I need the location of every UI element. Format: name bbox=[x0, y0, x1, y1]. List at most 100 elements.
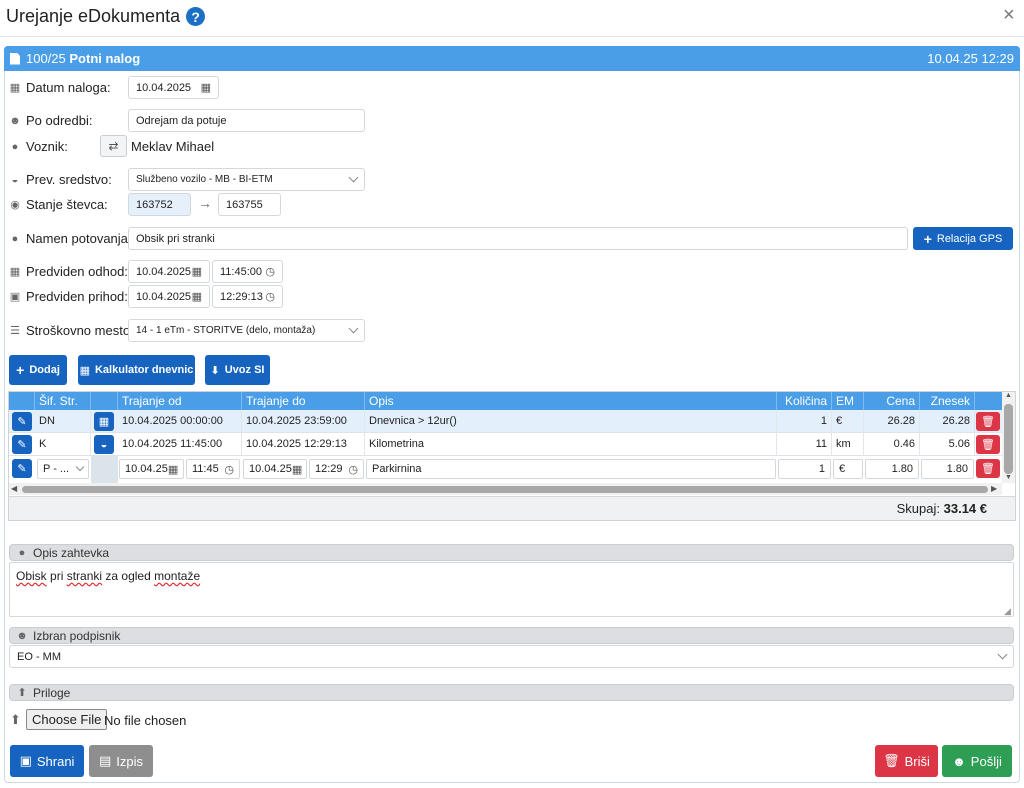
podpisnik-section-header[interactable]: ☻ Izbran podpisnik bbox=[9, 627, 1014, 644]
car-icon[interactable]: ◒ bbox=[94, 435, 114, 454]
voznik-value: Meklav Mihael bbox=[131, 139, 215, 154]
od-date-input[interactable]: 10.04.25 ▦ bbox=[119, 459, 184, 479]
edit-icon[interactable]: ✎ bbox=[12, 412, 32, 431]
th-type bbox=[91, 392, 118, 410]
th-do[interactable]: Trajanje do bbox=[242, 392, 365, 410]
total-label: Skupaj: bbox=[896, 501, 940, 516]
vertical-scroll-thumb[interactable] bbox=[1004, 404, 1013, 474]
swap-driver-button[interactable]: ⇄ bbox=[100, 135, 127, 157]
do-time-input[interactable]: 12:29 ◷ bbox=[309, 459, 364, 479]
edit-icon[interactable]: ✎ bbox=[12, 459, 32, 478]
th-kolicina[interactable]: Količina bbox=[777, 392, 832, 410]
send-button[interactable]: ☻ Pošlji bbox=[942, 745, 1012, 777]
table-row[interactable]: ✎ DN ▦ 10.04.2025 00:00:00 10.04.2025 23… bbox=[9, 410, 1002, 433]
opis-textarea[interactable]: Obisk pri stranki za ogled montaže bbox=[9, 562, 1014, 617]
print-button[interactable]: ▤ Izpis bbox=[89, 745, 153, 777]
th-znesek[interactable]: Znesek bbox=[920, 392, 975, 410]
od-date-value: 10.04.25 bbox=[125, 463, 168, 475]
horizontal-scroll-thumb[interactable] bbox=[22, 486, 988, 493]
plus-icon: + bbox=[923, 230, 932, 247]
chevron-down-icon bbox=[348, 323, 359, 334]
kolicina-value: 1 bbox=[818, 463, 825, 475]
odhod-label: ▦ Predviden odhod: bbox=[9, 264, 128, 279]
calendar-icon: ▦ bbox=[9, 82, 21, 94]
scroll-right-icon[interactable]: ▶ bbox=[991, 484, 997, 493]
calendar-icon[interactable]: ▦ bbox=[192, 265, 202, 278]
resize-handle-icon[interactable]: ◢ bbox=[1004, 606, 1011, 617]
clock-icon[interactable]: ◷ bbox=[265, 290, 275, 303]
th-em[interactable]: EM bbox=[832, 392, 864, 410]
floppy-icon: ▣ bbox=[19, 753, 32, 768]
calendar-icon[interactable]: ▦ bbox=[192, 290, 202, 303]
datum-label: ▦ Datum naloga: bbox=[9, 80, 111, 95]
odometer-from-input[interactable]: 163752 bbox=[128, 193, 191, 216]
do-date-input[interactable]: 10.04.25 ▦ bbox=[243, 459, 307, 479]
odredbi-label: ☻ Po odredbi: bbox=[9, 113, 92, 128]
odhod-date-input[interactable]: 10.04.2025 ▦ bbox=[128, 260, 210, 283]
prihod-label: ▣ Predviden prihod: bbox=[9, 289, 128, 304]
vehicle-select[interactable]: Službeno vozilo - MB - BI-ETM bbox=[128, 168, 365, 191]
calendar-icon[interactable]: ▦ bbox=[292, 463, 302, 476]
clock-icon[interactable]: ◷ bbox=[224, 463, 234, 476]
prihod-time-input[interactable]: 12:29:13 ◷ bbox=[212, 285, 283, 308]
odhod-time-input[interactable]: 11:45:00 ◷ bbox=[212, 260, 283, 283]
priloge-section-header[interactable]: ⬆ Priloge bbox=[9, 684, 1014, 701]
podpisnik-header-text: Izbran podpisnik bbox=[33, 628, 121, 643]
odometer-to-input[interactable]: 163755 bbox=[218, 193, 281, 216]
th-sif[interactable]: Šif. Str. bbox=[35, 392, 91, 410]
plus-icon: + bbox=[16, 362, 25, 378]
trash-icon[interactable]: 🗑 bbox=[976, 459, 1000, 478]
table-row[interactable]: ✎ K ◒ 10.04.2025 11:45:00 10.04.2025 12:… bbox=[9, 433, 1002, 456]
choose-file-button[interactable]: Choose File bbox=[26, 709, 108, 730]
relacija-gps-button[interactable]: + Relacija GPS bbox=[913, 227, 1013, 250]
opis-section-header[interactable]: ● Opis zahtevka bbox=[9, 544, 1014, 561]
kolicina-input[interactable]: 1 bbox=[778, 459, 831, 479]
save-button[interactable]: ▣ Shrani bbox=[10, 745, 84, 777]
cena-input[interactable]: 1.80 bbox=[865, 459, 919, 479]
opis-input[interactable]: Parkirnina bbox=[366, 459, 776, 479]
strosek-label-text: Stroškovno mesto: bbox=[26, 323, 134, 338]
edit-icon[interactable]: ✎ bbox=[12, 435, 32, 454]
panel-header: 100/25 Potni nalog 10.04.25 12:29 bbox=[4, 46, 1020, 71]
add-button[interactable]: + Dodaj bbox=[9, 355, 67, 385]
cost-center-value: 14 - 1 eTm - STORITVE (delo, montaža) bbox=[136, 325, 316, 336]
calculator-icon[interactable]: ▦ bbox=[94, 412, 114, 431]
namen-input[interactable]: Obsik pri stranki bbox=[128, 227, 908, 250]
th-opis[interactable]: Opis bbox=[365, 392, 777, 410]
em-input[interactable]: € bbox=[833, 459, 863, 479]
podpisnik-select[interactable]: EO - MM bbox=[9, 645, 1014, 668]
th-od[interactable]: Trajanje od bbox=[118, 392, 242, 410]
close-icon[interactable]: × bbox=[1003, 4, 1015, 27]
scroll-left-icon[interactable]: ◀ bbox=[11, 484, 17, 493]
voznik-label-text: Voznik: bbox=[26, 139, 68, 154]
print-label: Izpis bbox=[116, 753, 144, 769]
help-icon[interactable]: ? bbox=[186, 7, 206, 26]
delete-label: Briši bbox=[904, 753, 930, 769]
cost-center-select[interactable]: 14 - 1 eTm - STORITVE (delo, montaža) bbox=[128, 319, 365, 342]
cell-kolicina: 1 bbox=[777, 410, 832, 433]
calendar-icon[interactable]: ▦ bbox=[168, 463, 178, 476]
clock-icon[interactable]: ◷ bbox=[265, 265, 275, 278]
prihod-date-input[interactable]: 10.04.2025 ▦ bbox=[128, 285, 210, 308]
clock-icon[interactable]: ◷ bbox=[348, 463, 358, 476]
datum-label-text: Datum naloga: bbox=[26, 80, 111, 95]
trash-icon[interactable]: 🗑 bbox=[976, 412, 1000, 431]
uvoz-button[interactable]: ⬇ Uvoz SI bbox=[205, 355, 270, 385]
do-date-value: 10.04.25 bbox=[249, 463, 292, 475]
trash-icon[interactable]: 🗑 bbox=[976, 435, 1000, 454]
scroll-down-icon[interactable]: ▼ bbox=[1005, 474, 1012, 481]
znesek-input[interactable]: 1.80 bbox=[921, 459, 974, 479]
odredbi-input[interactable]: Odrejam da potuje bbox=[128, 109, 365, 132]
delete-button[interactable]: 🗑 Briši bbox=[875, 745, 938, 777]
calendar-icon[interactable]: ▦ bbox=[201, 81, 211, 94]
do-time-value: 12:29 bbox=[315, 463, 343, 475]
th-delete bbox=[975, 392, 1002, 410]
sif-select[interactable]: P - ... bbox=[37, 459, 89, 479]
th-cena[interactable]: Cena bbox=[864, 392, 920, 410]
cell-kolicina: 11 bbox=[777, 433, 832, 456]
datum-input[interactable]: 10.04.2025 ▦ bbox=[128, 76, 219, 99]
kalkulator-button[interactable]: ▦ Kalkulator dnevnic bbox=[78, 355, 195, 385]
scroll-up-icon[interactable]: ▲ bbox=[1005, 392, 1012, 399]
table-row-editing[interactable]: ✎ P - ... 10.04.25 ▦ 11:45 ◷ 10.04.25 ▦ 12:… bbox=[9, 456, 1002, 483]
od-time-input[interactable]: 11:45 ◷ bbox=[186, 459, 240, 479]
